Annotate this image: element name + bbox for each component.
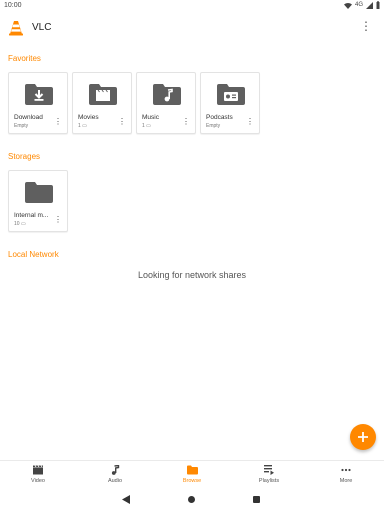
nav-label: Browse xyxy=(182,478,202,484)
tile-name: Music xyxy=(142,114,159,121)
folder-count-icon: ▭ xyxy=(146,123,151,129)
tile-name: Movies xyxy=(78,114,99,121)
network-type: 4G xyxy=(354,2,363,8)
nav-video[interactable]: Video xyxy=(8,465,68,484)
local-network-title: Local Network xyxy=(8,250,59,259)
nav-label: Video xyxy=(31,478,45,484)
nav-more[interactable]: More xyxy=(316,465,376,484)
overflow-menu-icon[interactable]: ⋮ xyxy=(360,20,372,32)
more-vert-icon[interactable]: ⋮ xyxy=(118,118,126,126)
more-vert-icon[interactable]: ⋮ xyxy=(182,118,190,126)
bottom-navigation: Video Audio Browse Playlists More xyxy=(0,460,384,488)
podcasts-folder-icon xyxy=(217,84,245,105)
music-folder-icon xyxy=(153,84,181,105)
favorite-movies[interactable]: Movies 1 ▭ ⋮ xyxy=(72,72,132,134)
playlist-icon xyxy=(264,465,274,475)
tile-sub: 1 ▭ xyxy=(78,123,87,129)
add-fab-button[interactable] xyxy=(350,424,376,450)
browse-folder-icon xyxy=(186,465,198,475)
battery-icon xyxy=(376,1,380,9)
tile-name: Podcasts xyxy=(206,114,233,121)
status-bar: 10:00 4G xyxy=(0,0,384,12)
nav-label: Audio xyxy=(107,478,123,484)
app-bar: VLC ⋮ xyxy=(0,14,384,42)
system-navigation-bar xyxy=(0,488,384,512)
movies-folder-icon xyxy=(89,84,117,105)
nav-browse[interactable]: Browse xyxy=(162,465,222,484)
home-icon[interactable] xyxy=(188,496,195,503)
storage-internal-memory[interactable]: Internal m... 10 ▭ ⋮ xyxy=(8,170,68,232)
folder-count-icon: ▭ xyxy=(82,123,87,129)
app-title: VLC xyxy=(32,22,52,33)
nav-playlists[interactable]: Playlists xyxy=(239,465,299,484)
tile-name: Internal m... xyxy=(14,212,49,219)
more-icon xyxy=(341,468,351,472)
audio-icon xyxy=(111,465,120,475)
wifi-icon xyxy=(343,2,352,9)
screen: 10:00 4G VLC ⋮ Favorites Download Empty … xyxy=(0,0,384,512)
download-folder-icon xyxy=(25,84,53,105)
more-vert-icon[interactable]: ⋮ xyxy=(54,216,62,224)
tile-sub: Empty xyxy=(206,123,221,129)
storages-title: Storages xyxy=(8,152,41,161)
network-status-message: Looking for network shares xyxy=(137,270,247,280)
tile-sub: 10 ▭ xyxy=(14,221,26,227)
favorite-podcasts[interactable]: Podcasts Empty ⋮ xyxy=(200,72,260,134)
favorite-music[interactable]: Music 1 ▭ ⋮ xyxy=(136,72,196,134)
back-icon[interactable] xyxy=(122,495,130,504)
favorites-title: Favorites xyxy=(8,54,41,63)
folder-count-icon: ▭ xyxy=(20,221,26,227)
status-icons: 4G xyxy=(343,1,380,9)
nav-label: Playlists xyxy=(258,478,280,484)
tile-name: Download xyxy=(14,114,43,121)
more-vert-icon[interactable]: ⋮ xyxy=(246,118,254,126)
recent-apps-icon[interactable] xyxy=(253,496,260,503)
nav-label: More xyxy=(339,478,353,484)
status-time: 10:00 xyxy=(4,2,22,9)
tile-sub: Empty xyxy=(14,123,29,129)
vlc-logo-icon xyxy=(9,21,23,36)
favorite-download[interactable]: Download Empty ⋮ xyxy=(8,72,68,134)
folder-icon xyxy=(25,182,53,203)
video-icon xyxy=(33,465,43,475)
more-vert-icon[interactable]: ⋮ xyxy=(54,118,62,126)
nav-audio[interactable]: Audio xyxy=(85,465,145,484)
tile-sub: 1 ▭ xyxy=(142,123,151,129)
signal-icon xyxy=(366,1,373,9)
plus-icon xyxy=(358,432,368,442)
